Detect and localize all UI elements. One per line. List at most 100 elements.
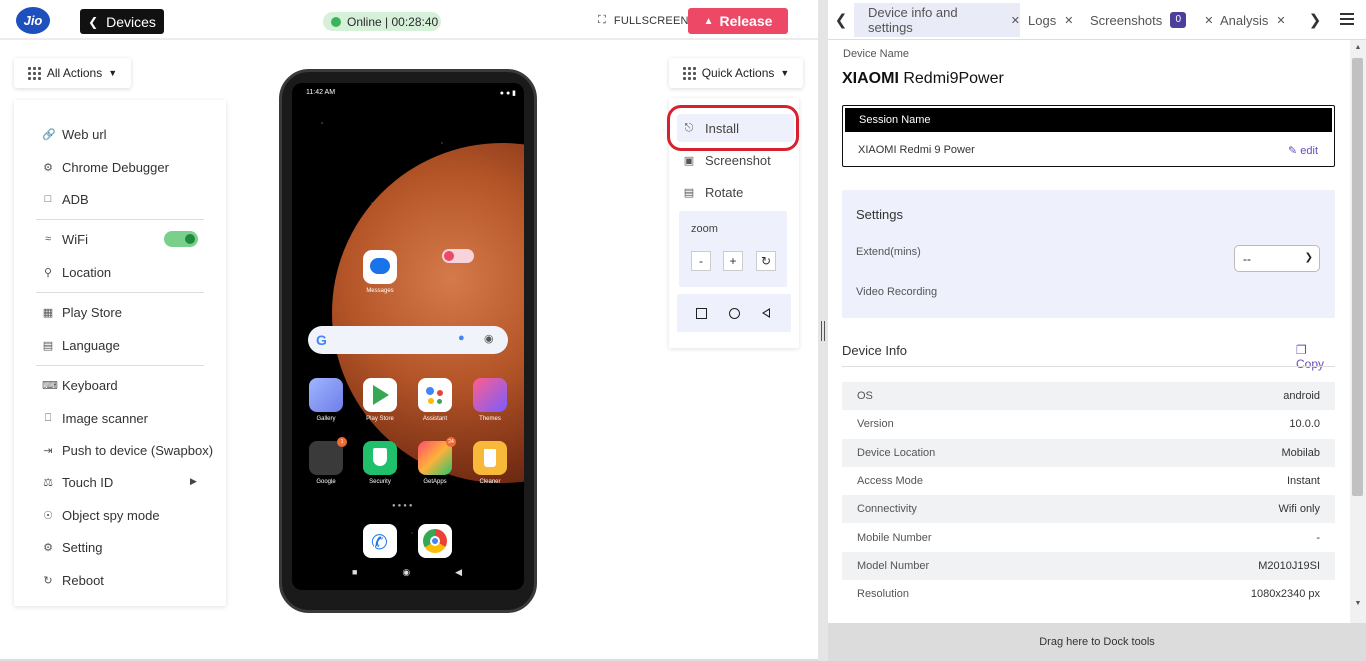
info-row-resolution: Resolution 1080x2340 px xyxy=(857,588,1320,600)
caret-down-icon: ▼ xyxy=(108,68,118,78)
tab-scroll-right-button[interactable]: ❯ xyxy=(1302,0,1328,40)
page-indicator: ●●●● xyxy=(392,503,415,509)
action-object-spy-mode[interactable]: ☉ Object spy mode xyxy=(42,504,159,526)
all-actions-label: All Actions xyxy=(46,66,103,80)
google-folder-icon[interactable] xyxy=(309,441,343,475)
info-row-mobile-number: Mobile Number - xyxy=(857,532,1320,544)
mic-icon: ● xyxy=(458,332,465,344)
zoom-reset-button[interactable]: ↻ xyxy=(756,251,776,271)
scroll-up-arrow-icon[interactable]: ▲ xyxy=(1352,44,1364,51)
devices-back-button[interactable]: ❮ Devices xyxy=(80,9,164,34)
close-icon[interactable]: ✕ xyxy=(1276,14,1285,27)
scrollbar-thumb[interactable] xyxy=(1352,58,1363,496)
action-push-to-device[interactable]: ⇥ Push to device (Swapbox) xyxy=(42,439,213,461)
location-pin-icon: ⚲ xyxy=(43,266,53,279)
messages-app-icon[interactable] xyxy=(363,250,397,284)
tab-scroll-left-button[interactable]: ❮ xyxy=(828,0,854,40)
chevron-down-icon: ❯ xyxy=(1304,252,1313,263)
close-icon[interactable]: ✕ xyxy=(1204,14,1213,27)
info-row-model-number: Model Number M2010J19SI xyxy=(842,552,1335,580)
online-dot-icon xyxy=(331,16,341,27)
phone-app-icon[interactable]: ✆ xyxy=(363,524,397,558)
back-triangle-icon xyxy=(762,308,770,318)
session-status-text: Online | 00:28:40 xyxy=(347,14,439,29)
action-image-scanner[interactable]: ⎕ Image scanner xyxy=(42,407,148,429)
hamburger-menu-icon[interactable] xyxy=(1340,13,1354,28)
lens-icon: ◉ xyxy=(484,333,494,345)
devices-button-label: Devices xyxy=(106,13,156,30)
extend-select[interactable]: -- ❯ xyxy=(1234,245,1320,272)
recents-button[interactable] xyxy=(691,303,711,323)
gallery-app-icon[interactable] xyxy=(309,378,343,412)
action-setting[interactable]: ⚙ Setting xyxy=(42,536,102,558)
action-touch-id[interactable]: ⚖ Touch ID xyxy=(42,471,113,493)
tab-screenshots[interactable]: Screenshots 0 ✕ xyxy=(1090,3,1213,37)
dock-tools-bar[interactable]: Drag here to Dock tools xyxy=(828,623,1366,661)
settings-card: Settings Extend(mins) -- ❯ Video Recordi… xyxy=(842,190,1335,318)
back-button[interactable] xyxy=(756,303,776,323)
quick-actions-dropdown[interactable]: Quick Actions ▼ xyxy=(669,58,803,88)
play-store-app-icon[interactable] xyxy=(363,378,397,412)
push-icon: ⇥ xyxy=(43,444,53,457)
session-status-badge: Online | 00:28:40 xyxy=(323,12,441,31)
action-chrome-debugger[interactable]: ⚙ Chrome Debugger xyxy=(42,156,169,178)
device-screen[interactable]: 11:42 AM ● ● ▮ Messages G ● ◉ Gallery Pl… xyxy=(292,83,524,590)
tab-device-info[interactable]: Device info and settings ✕ xyxy=(854,3,1020,37)
tab-bar: ❮ Device info and settings ✕ Logs ✕ Scre… xyxy=(828,0,1366,40)
assistant-app-icon[interactable] xyxy=(418,378,452,412)
zoom-out-button[interactable]: - xyxy=(691,251,711,271)
release-button[interactable]: ▲ Release xyxy=(688,8,788,34)
action-location[interactable]: ⚲ Location xyxy=(42,261,111,283)
top-bar: Jio ❮ Devices Online | 00:28:40 ⛶ FULLSC… xyxy=(0,0,818,40)
action-reboot[interactable]: ↻ Reboot xyxy=(42,569,104,591)
zoom-in-button[interactable]: + xyxy=(723,251,743,271)
divider xyxy=(36,219,204,220)
getapps-app-icon[interactable] xyxy=(418,441,452,475)
security-app-icon[interactable] xyxy=(363,441,397,475)
close-icon[interactable]: ✕ xyxy=(1064,14,1073,27)
cleaner-app-icon[interactable] xyxy=(473,441,507,475)
info-row-os: OS android xyxy=(842,382,1335,410)
gear-icon: ⚙ xyxy=(43,541,53,554)
action-play-store[interactable]: ▦ Play Store xyxy=(42,301,122,323)
all-actions-dropdown[interactable]: All Actions ▼ xyxy=(14,58,131,88)
video-recording-label: Video Recording xyxy=(856,286,938,298)
home-icon[interactable]: ◉ xyxy=(402,567,410,578)
fullscreen-icon: ⛶ xyxy=(598,14,606,26)
release-label: Release xyxy=(719,13,773,29)
chevron-left-icon: ❮ xyxy=(88,14,99,29)
rotate-button[interactable]: ▤ Rotate xyxy=(683,181,744,203)
tab-analysis[interactable]: Analysis ✕ xyxy=(1220,3,1286,37)
install-annotation-circle xyxy=(667,105,799,151)
divider xyxy=(36,292,204,293)
action-keyboard[interactable]: ⌨ Keyboard xyxy=(42,374,118,396)
recents-icon[interactable]: ■ xyxy=(352,567,357,578)
fullscreen-button[interactable]: ⛶ FULLSCREEN xyxy=(598,14,689,27)
info-row-location: Device Location Mobilab xyxy=(842,439,1335,467)
wifi-toggle[interactable] xyxy=(164,231,198,247)
scroll-down-arrow-icon[interactable]: ▼ xyxy=(1352,600,1364,607)
action-adb[interactable]: □ ADB xyxy=(42,188,89,210)
chrome-app-icon[interactable] xyxy=(418,524,452,558)
terminal-icon: □ xyxy=(44,193,52,205)
close-icon[interactable]: ✕ xyxy=(1011,14,1020,27)
action-web-url[interactable]: 🔗 Web url xyxy=(42,123,107,145)
screenshot-button[interactable]: ▣ Screenshot xyxy=(683,149,771,171)
getapps-badge: 24 xyxy=(446,437,456,447)
edit-session-button[interactable]: ✎ edit xyxy=(1288,144,1318,157)
phone-status-icons: ● ● ▮ xyxy=(499,90,516,97)
google-search-bar[interactable]: G ● ◉ xyxy=(308,326,508,354)
action-language[interactable]: ▤ Language xyxy=(42,334,120,356)
reboot-icon: ↻ xyxy=(43,574,53,587)
zoom-controls: zoom - + ↻ xyxy=(679,211,787,287)
home-button[interactable] xyxy=(724,303,744,323)
device-name-label: Device Name xyxy=(843,48,910,60)
action-wifi[interactable]: ≈ WiFi xyxy=(42,228,88,250)
back-icon[interactable]: ◀ xyxy=(455,567,462,578)
image-scanner-icon: ⎕ xyxy=(44,411,52,424)
video-recording-toggle[interactable] xyxy=(442,249,474,263)
splitter-grip-icon[interactable] xyxy=(821,321,825,341)
themes-app-icon[interactable] xyxy=(473,378,507,412)
jio-logo: Jio xyxy=(16,7,50,34)
tab-logs[interactable]: Logs ✕ xyxy=(1028,3,1073,37)
